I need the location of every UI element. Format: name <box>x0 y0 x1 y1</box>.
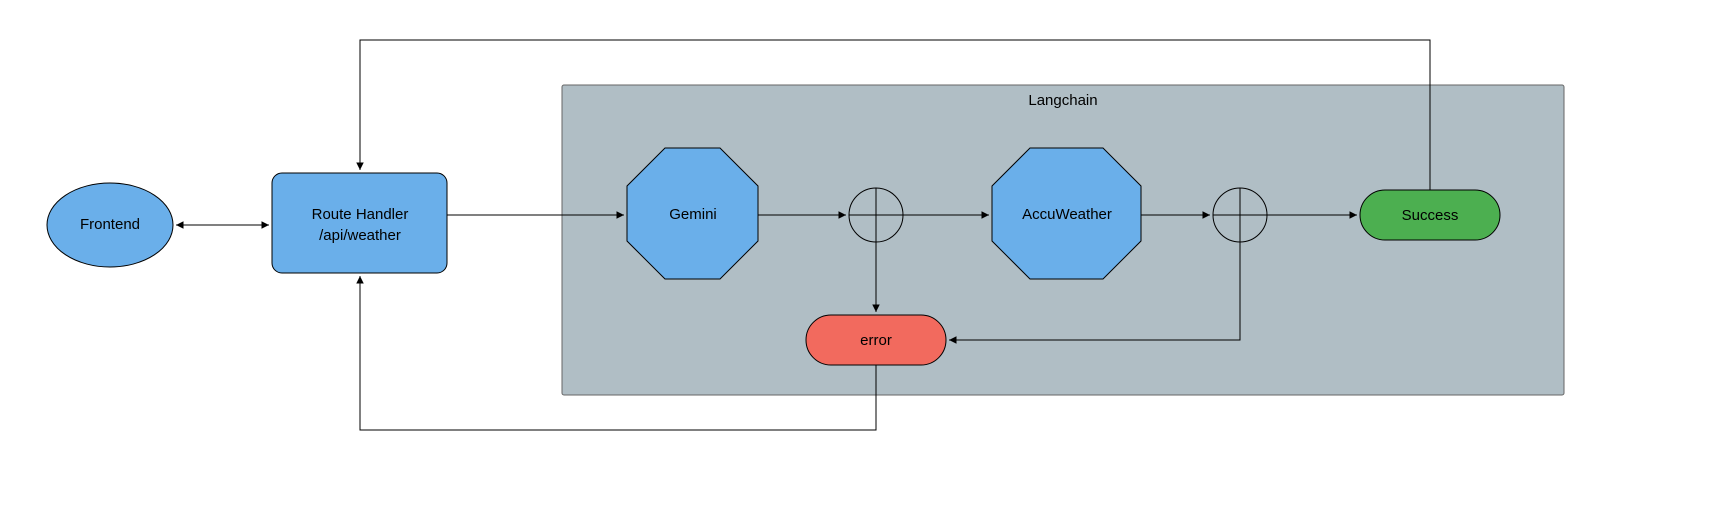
node-error: error <box>806 315 946 365</box>
node-route-handler-label2: /api/weather <box>319 227 401 244</box>
node-gemini: Gemini <box>627 148 758 279</box>
node-success-label: Success <box>1402 207 1459 224</box>
node-frontend: Frontend <box>47 183 173 267</box>
node-branch2 <box>1213 188 1267 242</box>
node-accuweather: AccuWeather <box>992 148 1141 279</box>
node-branch1 <box>849 188 903 242</box>
diagram-canvas: Langchain Frontend Route Handler /api/we… <box>0 0 1720 511</box>
node-route-handler-label1: Route Handler <box>312 206 409 223</box>
node-error-label: error <box>860 332 892 349</box>
node-gemini-label: Gemini <box>669 206 717 223</box>
group-langchain-label: Langchain <box>1028 92 1097 109</box>
node-route-handler: Route Handler /api/weather <box>272 173 447 273</box>
node-success: Success <box>1360 190 1500 240</box>
node-frontend-label: Frontend <box>80 216 140 233</box>
node-accuweather-label: AccuWeather <box>1022 206 1112 223</box>
